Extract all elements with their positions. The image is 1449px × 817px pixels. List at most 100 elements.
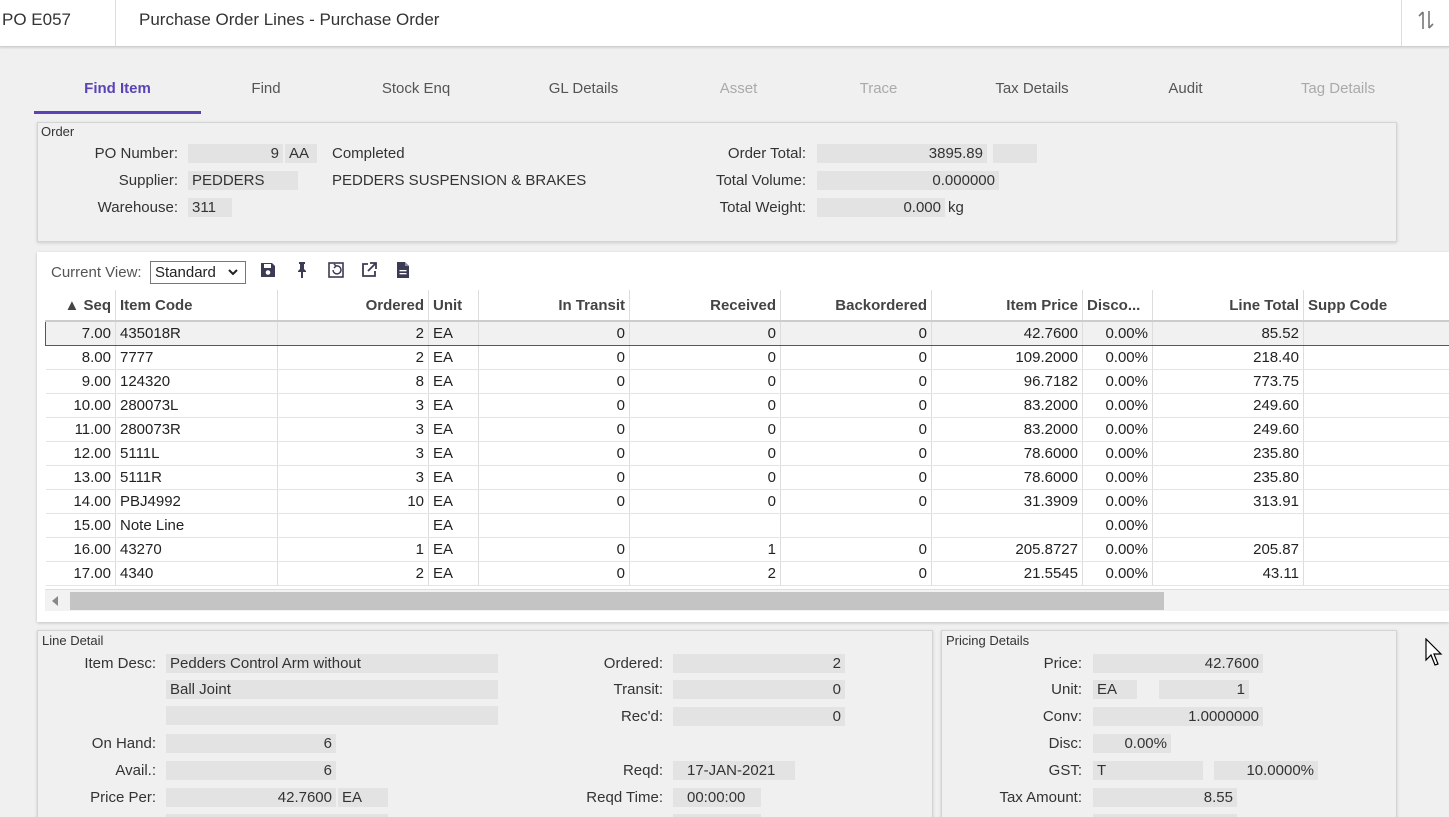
cell-discount[interactable]: 0.00% xyxy=(1082,320,1153,346)
horizontal-scrollbar[interactable] xyxy=(45,589,1449,611)
table-row[interactable]: 17.00 4340 2 EA 0 2 0 21.5545 0.00% 43.11 xyxy=(45,561,1449,586)
cell-item-price[interactable]: 42.7600 xyxy=(931,320,1083,346)
cell-supp-code[interactable] xyxy=(1303,537,1449,562)
cell-seq[interactable]: 16.00 xyxy=(45,537,116,562)
table-row[interactable]: 11.00 280073R 3 EA 0 0 0 83.2000 0.00% 249.60 xyxy=(45,417,1449,442)
price-field[interactable]: 42.7600 xyxy=(1093,654,1263,673)
cell-ordered[interactable]: 3 xyxy=(277,393,429,418)
cell-item-price[interactable]: 96.7182 xyxy=(931,369,1083,394)
cell-supp-code[interactable] xyxy=(1303,369,1449,394)
cell-backordered[interactable]: 0 xyxy=(780,441,932,466)
cell-item-price[interactable]: 21.5545 xyxy=(931,561,1083,586)
cell-item-code[interactable]: 435018R xyxy=(115,320,278,346)
column-header-received[interactable]: Received xyxy=(629,290,781,322)
pin-icon[interactable] xyxy=(293,261,311,279)
table-row[interactable]: 9.00 124320 8 EA 0 0 0 96.7182 0.00% 773.75 xyxy=(45,369,1449,394)
cell-item-code[interactable]: 5111L xyxy=(115,441,278,466)
cell-received[interactable]: 0 xyxy=(629,393,781,418)
cell-in-transit[interactable]: 0 xyxy=(478,345,630,370)
cell-seq[interactable]: 14.00 xyxy=(45,489,116,514)
cell-unit[interactable]: EA xyxy=(428,441,479,466)
cell-backordered[interactable]: 0 xyxy=(780,537,932,562)
column-header-item-code[interactable]: Item Code xyxy=(115,290,278,322)
cell-discount[interactable]: 0.00% xyxy=(1082,393,1153,418)
cell-supp-code[interactable] xyxy=(1303,465,1449,490)
column-header-supp-code[interactable]: Supp Code xyxy=(1303,290,1449,322)
tab-gl-details[interactable]: GL Details xyxy=(501,66,666,114)
table-row[interactable]: 8.00 7777 2 EA 0 0 0 109.2000 0.00% 218.40 xyxy=(45,345,1449,370)
cell-ordered[interactable]: 8 xyxy=(277,369,429,394)
item-desc-line-3[interactable] xyxy=(166,706,498,725)
cell-supp-code[interactable] xyxy=(1303,345,1449,370)
cell-ordered[interactable]: 3 xyxy=(277,465,429,490)
cell-backordered[interactable]: 0 xyxy=(780,393,932,418)
cell-seq[interactable]: 15.00 xyxy=(45,513,116,538)
tab-tag-details[interactable]: Tag Details xyxy=(1253,66,1423,114)
table-row[interactable]: 16.00 43270 1 EA 0 1 0 205.8727 0.00% 205.87 xyxy=(45,537,1449,562)
cell-backordered[interactable]: 0 xyxy=(780,369,932,394)
cell-unit[interactable]: EA xyxy=(428,345,479,370)
cell-ordered[interactable]: 1 xyxy=(277,537,429,562)
cell-backordered[interactable]: 0 xyxy=(780,561,932,586)
warehouse-field[interactable]: 311 xyxy=(188,198,232,217)
cell-line-total[interactable]: 85.52 xyxy=(1152,320,1304,346)
cell-item-code[interactable]: 280073L xyxy=(115,393,278,418)
cell-discount[interactable]: 0.00% xyxy=(1082,369,1153,394)
cell-line-total[interactable]: 218.40 xyxy=(1152,345,1304,370)
gst-rate-field[interactable]: 10.0000% xyxy=(1214,761,1318,780)
column-header-line-total[interactable]: Line Total xyxy=(1152,290,1304,322)
po-number-field[interactable]: 9 xyxy=(188,144,283,163)
cell-unit[interactable]: EA xyxy=(428,369,479,394)
cell-received[interactable]: 0 xyxy=(629,320,781,346)
unit-qty-field[interactable]: 1 xyxy=(1159,680,1249,699)
cell-unit[interactable]: EA xyxy=(428,489,479,514)
cell-supp-code[interactable] xyxy=(1303,441,1449,466)
cell-item-price[interactable] xyxy=(931,513,1083,538)
cell-in-transit[interactable]: 0 xyxy=(478,489,630,514)
cell-discount[interactable]: 0.00% xyxy=(1082,513,1153,538)
cell-item-code[interactable]: 43270 xyxy=(115,537,278,562)
table-row[interactable]: 15.00 Note Line EA 0.00% xyxy=(45,513,1449,538)
cell-item-price[interactable]: 78.6000 xyxy=(931,441,1083,466)
cell-discount[interactable]: 0.00% xyxy=(1082,465,1153,490)
cell-ordered[interactable]: 2 xyxy=(277,561,429,586)
cell-ordered[interactable] xyxy=(277,513,429,538)
cell-unit[interactable]: EA xyxy=(428,513,479,538)
cell-supp-code[interactable] xyxy=(1303,320,1449,346)
cell-supp-code[interactable] xyxy=(1303,417,1449,442)
cell-unit[interactable]: EA xyxy=(428,561,479,586)
cell-ordered[interactable]: 3 xyxy=(277,417,429,442)
cell-backordered[interactable]: 0 xyxy=(780,320,932,346)
cell-supp-code[interactable] xyxy=(1303,513,1449,538)
cell-item-code[interactable]: 7777 xyxy=(115,345,278,370)
cell-unit[interactable]: EA xyxy=(428,417,479,442)
po-type-field[interactable]: AA xyxy=(285,144,317,163)
cell-seq[interactable]: 9.00 xyxy=(45,369,116,394)
cell-unit[interactable]: EA xyxy=(428,320,479,346)
cell-item-price[interactable]: 109.2000 xyxy=(931,345,1083,370)
tab-find[interactable]: Find xyxy=(201,66,331,114)
cell-unit[interactable]: EA xyxy=(428,393,479,418)
tab-stock-enq[interactable]: Stock Enq xyxy=(331,66,501,114)
cell-in-transit[interactable]: 0 xyxy=(478,393,630,418)
cell-item-code[interactable]: Note Line xyxy=(115,513,278,538)
column-header-discount[interactable]: Disco... xyxy=(1082,290,1153,322)
cell-backordered[interactable]: 0 xyxy=(780,345,932,370)
order-total-field[interactable]: 3895.89 xyxy=(817,144,987,163)
table-row[interactable]: 7.00 435018R 2 EA 0 0 0 42.7600 0.00% 85.52 xyxy=(45,320,1449,346)
cell-discount[interactable]: 0.00% xyxy=(1082,345,1153,370)
cell-in-transit[interactable]: 0 xyxy=(478,441,630,466)
total-volume-field[interactable]: 0.000000 xyxy=(817,171,999,190)
scroll-left-arrow-icon[interactable] xyxy=(51,595,59,607)
reqd-time-field[interactable]: 00:00:00 xyxy=(673,788,761,807)
cell-ordered[interactable]: 2 xyxy=(277,345,429,370)
cell-backordered[interactable] xyxy=(780,513,932,538)
cell-line-total[interactable]: 235.80 xyxy=(1152,465,1304,490)
cell-seq[interactable]: 10.00 xyxy=(45,393,116,418)
cell-in-transit[interactable]: 0 xyxy=(478,561,630,586)
expand-button[interactable] xyxy=(1401,0,1449,46)
table-row[interactable]: 13.00 5111R 3 EA 0 0 0 78.6000 0.00% 235.80 xyxy=(45,465,1449,490)
cell-item-price[interactable]: 83.2000 xyxy=(931,417,1083,442)
cell-line-total[interactable]: 235.80 xyxy=(1152,441,1304,466)
cell-line-total[interactable] xyxy=(1152,513,1304,538)
